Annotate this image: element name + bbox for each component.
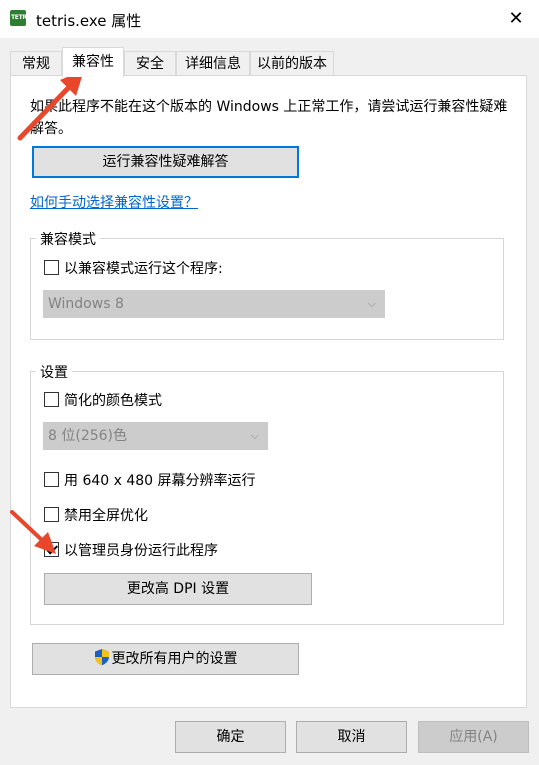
- window-title: tetris.exe 属性: [36, 12, 142, 30]
- chevron-down-icon: ⌵: [250, 429, 259, 442]
- compat-mode-checkbox[interactable]: [44, 260, 59, 275]
- tab-details[interactable]: 详细信息: [176, 51, 250, 75]
- apply-button[interactable]: 应用(A): [418, 721, 529, 753]
- change-all-users-button[interactable]: 更改所有用户的设置: [32, 643, 299, 675]
- tetris-app-icon: TETRIS: [10, 10, 33, 26]
- tab-security[interactable]: 安全: [124, 51, 176, 75]
- change-all-users-label: 更改所有用户的设置: [111, 651, 238, 667]
- uac-shield-icon: [94, 649, 109, 666]
- change-dpi-button[interactable]: 更改高 DPI 设置: [44, 573, 312, 605]
- compat-mode-group: [30, 238, 504, 340]
- color-mode-value: 8 位(256)色: [48, 428, 128, 444]
- compat-mode-label[interactable]: 以兼容模式运行这个程序:: [64, 258, 223, 278]
- os-version-select[interactable]: Windows 8 ⌵: [43, 290, 385, 318]
- title-bar: TETRIS tetris.exe 属性 ✕: [0, 0, 539, 38]
- reduced-color-checkbox[interactable]: [44, 392, 59, 407]
- reduced-color-label[interactable]: 简化的颜色模式: [64, 390, 162, 410]
- os-version-value: Windows 8: [48, 296, 124, 312]
- chevron-down-icon: ⌵: [367, 297, 376, 310]
- settings-group-label: 设置: [36, 362, 72, 382]
- annotation-arrow-icon: [10, 510, 56, 554]
- compat-mode-group-label: 兼容模式: [36, 229, 100, 249]
- res-640-checkbox[interactable]: [44, 472, 59, 487]
- annotation-arrow-icon: [17, 70, 84, 141]
- cancel-button[interactable]: 取消: [296, 721, 407, 753]
- close-icon[interactable]: ✕: [493, 0, 539, 38]
- run-as-admin-label[interactable]: 以管理员身份运行此程序: [64, 540, 218, 560]
- manual-settings-link[interactable]: 如何手动选择兼容性设置？: [30, 192, 198, 212]
- troubleshoot-button[interactable]: 运行兼容性疑难解答: [32, 146, 299, 178]
- tab-compatibility[interactable]: 兼容性: [62, 47, 124, 77]
- ok-button[interactable]: 确定: [175, 721, 286, 753]
- res-640-label[interactable]: 用 640 x 480 屏幕分辨率运行: [64, 470, 256, 490]
- disable-fullscreen-label[interactable]: 禁用全屏优化: [64, 505, 148, 525]
- tab-previous-versions[interactable]: 以前的版本: [250, 51, 334, 75]
- color-mode-select[interactable]: 8 位(256)色 ⌵: [43, 422, 268, 450]
- compat-description: 如果此程序不能在这个版本的 Windows 上正常工作，请尝试运行兼容性疑难解答…: [30, 99, 508, 137]
